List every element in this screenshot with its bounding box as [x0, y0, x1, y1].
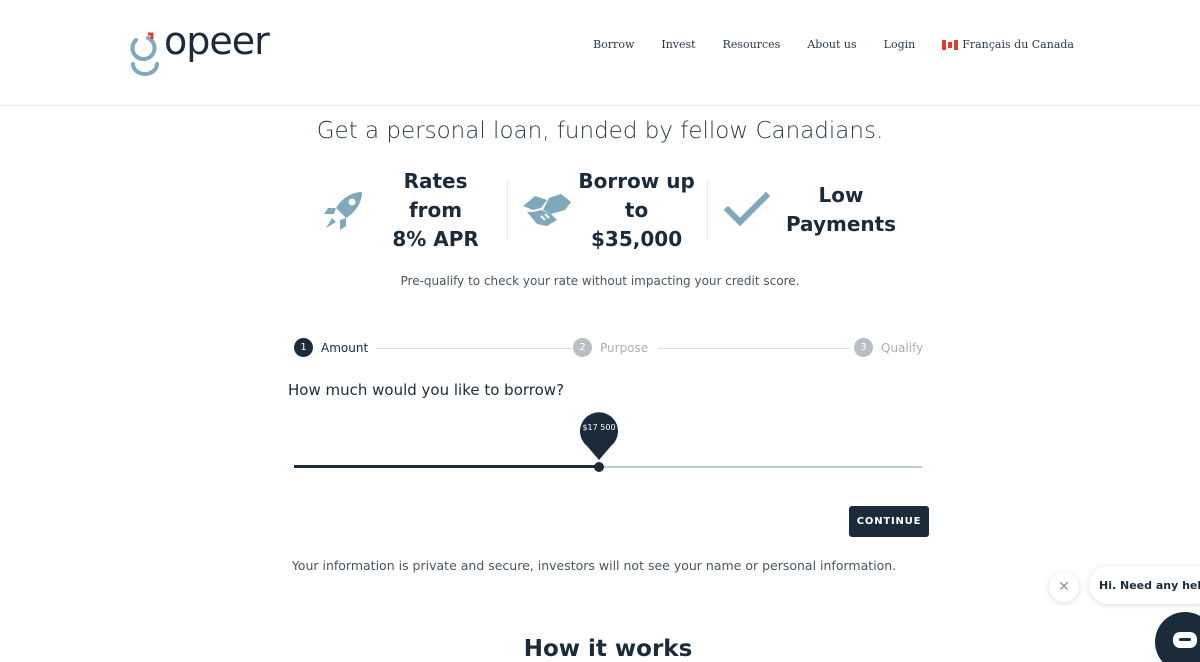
step-connector	[376, 348, 572, 349]
slider-value-label: $17 500	[582, 423, 616, 432]
nav-borrow[interactable]: Borrow	[593, 38, 634, 51]
prequalify-subtext: Pre-qualify to check your rate without i…	[400, 274, 800, 288]
chat-greeting-text: Hi. Need any help?	[1099, 578, 1200, 592]
loan-amount-slider[interactable]: $17 500	[294, 408, 922, 478]
feature-borrow: Borrow up to $35,000	[518, 169, 697, 251]
feature-payments-text: Low Payments	[776, 181, 906, 239]
handshake-icon	[518, 185, 576, 235]
canada-flag-icon	[942, 39, 959, 50]
step-number: 2	[573, 338, 592, 357]
logo-g-mark-icon	[130, 32, 159, 76]
language-label: Français du Canada	[962, 38, 1074, 51]
continue-button[interactable]: CONTINUE	[849, 506, 929, 537]
chat-icon	[1173, 632, 1197, 648]
chat-greeting-bubble[interactable]: Hi. Need any help?	[1089, 566, 1200, 604]
step-purpose: 2 Purpose	[573, 338, 653, 357]
slider-thumb[interactable]	[594, 462, 604, 472]
feature-payments-line1: Low	[818, 183, 864, 207]
step-amount: 1 Amount	[294, 338, 369, 357]
main-nav: Borrow Invest Resources About us Login F…	[593, 38, 1074, 51]
close-icon: ✕	[1058, 579, 1070, 595]
rocket-icon	[316, 185, 374, 235]
step-label: Purpose	[600, 340, 649, 355]
slider-value-bubble	[580, 412, 618, 460]
nav-resources[interactable]: Resources	[723, 38, 781, 51]
svg-text:opeer: opeer	[164, 26, 270, 63]
feature-borrow-line2: to $35,000	[591, 197, 683, 251]
how-it-works-heading: How it works	[523, 636, 693, 662]
feature-rates: Rates from 8% APR	[316, 169, 497, 251]
checkmark-icon	[718, 185, 776, 235]
feature-rates-text: Rates from 8% APR	[374, 167, 498, 254]
nav-about-us[interactable]: About us	[807, 38, 856, 51]
logo-wordmark-visible: opeer	[164, 19, 284, 75]
feature-rates-line2: 8% APR	[392, 226, 479, 251]
chat-close-button[interactable]: ✕	[1049, 572, 1079, 602]
nav-login[interactable]: Login	[884, 38, 916, 51]
page-headline: Get a personal loan, funded by fellow Ca…	[316, 118, 884, 144]
feature-divider	[507, 181, 509, 239]
gopeer-logo[interactable]: gopeer opeer	[128, 19, 284, 76]
feature-borrow-line1: Borrow up	[578, 168, 695, 193]
borrow-question: How much would you like to borrow?	[288, 381, 565, 399]
feature-payments-line2: Payments	[785, 212, 897, 236]
feature-strip: Rates from 8% APR Borrow up to $35,000 L…	[316, 169, 906, 251]
feature-borrow-text: Borrow up to $35,000	[576, 167, 697, 254]
feature-payments: Low Payments	[718, 178, 906, 242]
feature-divider	[707, 181, 709, 239]
logo-opeer-text-icon: opeer	[164, 19, 271, 63]
step-connector	[658, 348, 850, 349]
site-header: gopeer opeer Borrow Invest Resources Abo…	[0, 0, 1200, 106]
slider-track-fill	[294, 465, 599, 468]
step-number: 1	[294, 338, 313, 357]
step-number: 3	[854, 338, 873, 357]
progress-stepper: 1 Amount 2 Purpose 3 Qualify	[294, 338, 926, 358]
feature-rates-line1: Rates from	[403, 168, 468, 222]
language-switch[interactable]: Français du Canada	[942, 38, 1074, 51]
step-label: Amount	[321, 340, 369, 355]
nav-invest[interactable]: Invest	[661, 38, 695, 51]
privacy-notice: Your information is private and secure, …	[291, 558, 897, 573]
step-qualify: 3 Qualify	[854, 338, 924, 357]
chat-launcher-button[interactable]	[1155, 612, 1200, 662]
step-label: Qualify	[881, 340, 924, 355]
